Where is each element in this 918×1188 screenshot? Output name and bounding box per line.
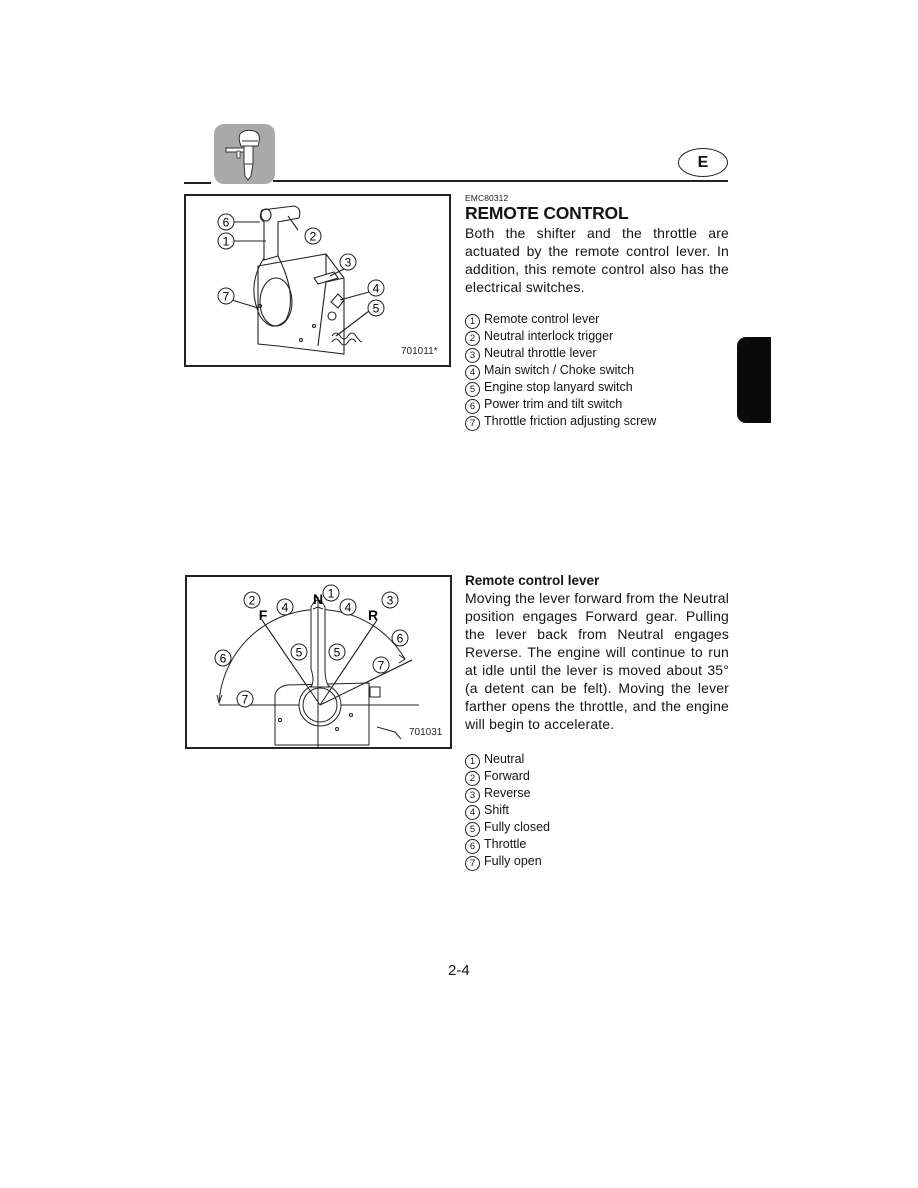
item-number: 7 [465,856,480,871]
list-item: 6 Power trim and tilt switch [465,397,656,414]
callout-4-label: 4 [345,601,352,615]
item-number: 6 [465,399,480,414]
callout-6-label: 6 [397,632,404,646]
callout-7-label: 7 [378,659,385,673]
list-item: 5 Fully closed [465,820,550,837]
parts-list: 1 Remote control lever 2 Neutral interlock… [465,312,656,431]
item-number: 7 [465,416,480,431]
list-item: 7 Fully open [465,854,550,871]
lever-positions-diagram: N F R 12 34 45 56677 [214,584,419,747]
callout-6-label: 6 [223,216,230,230]
chapter-icon [214,124,275,184]
item-label: Engine stop lanyard switch [484,380,633,394]
list-item: 2 Neutral interlock trigger [465,329,656,346]
item-number: 1 [465,314,480,329]
callout-3-label: 3 [387,594,394,608]
item-label: Power trim and tilt switch [484,397,623,411]
figure-code: 701011* [401,346,438,357]
item-label: Remote control lever [484,312,600,326]
callout-7-label: 7 [242,693,249,707]
page-number: 2-4 [448,962,470,979]
language-badge: E [678,148,728,177]
list-item: 3 Neutral throttle lever [465,346,656,363]
section-title: REMOTE CONTROL [465,203,629,223]
callout-3-label: 3 [345,256,352,270]
callout-4-label: 4 [282,601,289,615]
item-label: Reverse [484,786,531,800]
callout-5-label: 5 [373,302,380,316]
list-item: 2 Forward [465,769,550,786]
document-code: EMC80312 [465,193,509,203]
item-label: Neutral interlock trigger [484,329,614,343]
positions-list: 1 Neutral 2 Forward 3 Reverse 4 Shift 5 Fully… [465,752,550,871]
item-number: 2 [465,331,480,346]
callout-5-label: 5 [334,646,341,660]
item-number: 5 [465,822,480,837]
remote-control-illustration: 6 1 2 3 7 4 5 [217,205,385,355]
item-label: Shift [484,803,510,817]
item-label: Throttle friction adjusting screw [484,414,657,428]
item-number: 1 [465,754,480,769]
item-number: 6 [465,839,480,854]
chapter-thumb-tab [737,337,771,423]
item-number: 3 [465,788,480,803]
item-label: Main switch / Choke switch [484,363,635,377]
item-number: 4 [465,805,480,820]
callout-4-label: 4 [373,282,380,296]
callout-1-label: 1 [223,235,230,249]
callout-6-label: 6 [220,652,227,666]
item-label: Fully closed [484,820,550,834]
item-number: 5 [465,382,480,397]
subsection-body: Moving the lever forward from the Neutra… [465,590,729,732]
list-item: 6 Throttle [465,837,550,854]
remote-control-figure: 6 1 2 3 7 4 5 701011* [184,194,451,367]
header-rule-left [184,182,211,184]
reverse-letter: R [368,607,378,623]
list-item: 3 Reverse [465,786,550,803]
item-label: Neutral [484,752,525,766]
outboard-motor-icon [225,129,260,181]
subsection-title: Remote control lever [465,573,600,588]
item-number: 3 [465,348,480,363]
list-item: 4 Shift [465,803,550,820]
item-label: Throttle [484,837,527,851]
neutral-letter: N [313,591,323,607]
header-rule [273,180,728,182]
figure-code: 701031 [409,727,443,738]
list-item: 7 Throttle friction adjusting screw [465,414,656,431]
callout-1-label: 1 [328,587,335,601]
callout-2-label: 2 [310,230,317,244]
lever-positions-figure: N F R 12344556677 701031 [185,575,452,749]
list-item: 1 Neutral [465,752,550,769]
section-intro: Both the shifter and the throttle are ac… [465,225,729,295]
list-item: 5 Engine stop lanyard switch [465,380,656,397]
forward-letter: F [259,607,268,623]
item-label: Forward [484,769,530,783]
list-item: 4 Main switch / Choke switch [465,363,656,380]
callout-2-label: 2 [249,594,256,608]
callout-5-label: 5 [296,646,303,660]
callout-7-label: 7 [223,290,230,304]
item-number: 4 [465,365,480,380]
item-label: Neutral throttle lever [484,346,597,360]
item-number: 2 [465,771,480,786]
list-item: 1 Remote control lever [465,312,656,329]
item-label: Fully open [484,854,542,868]
